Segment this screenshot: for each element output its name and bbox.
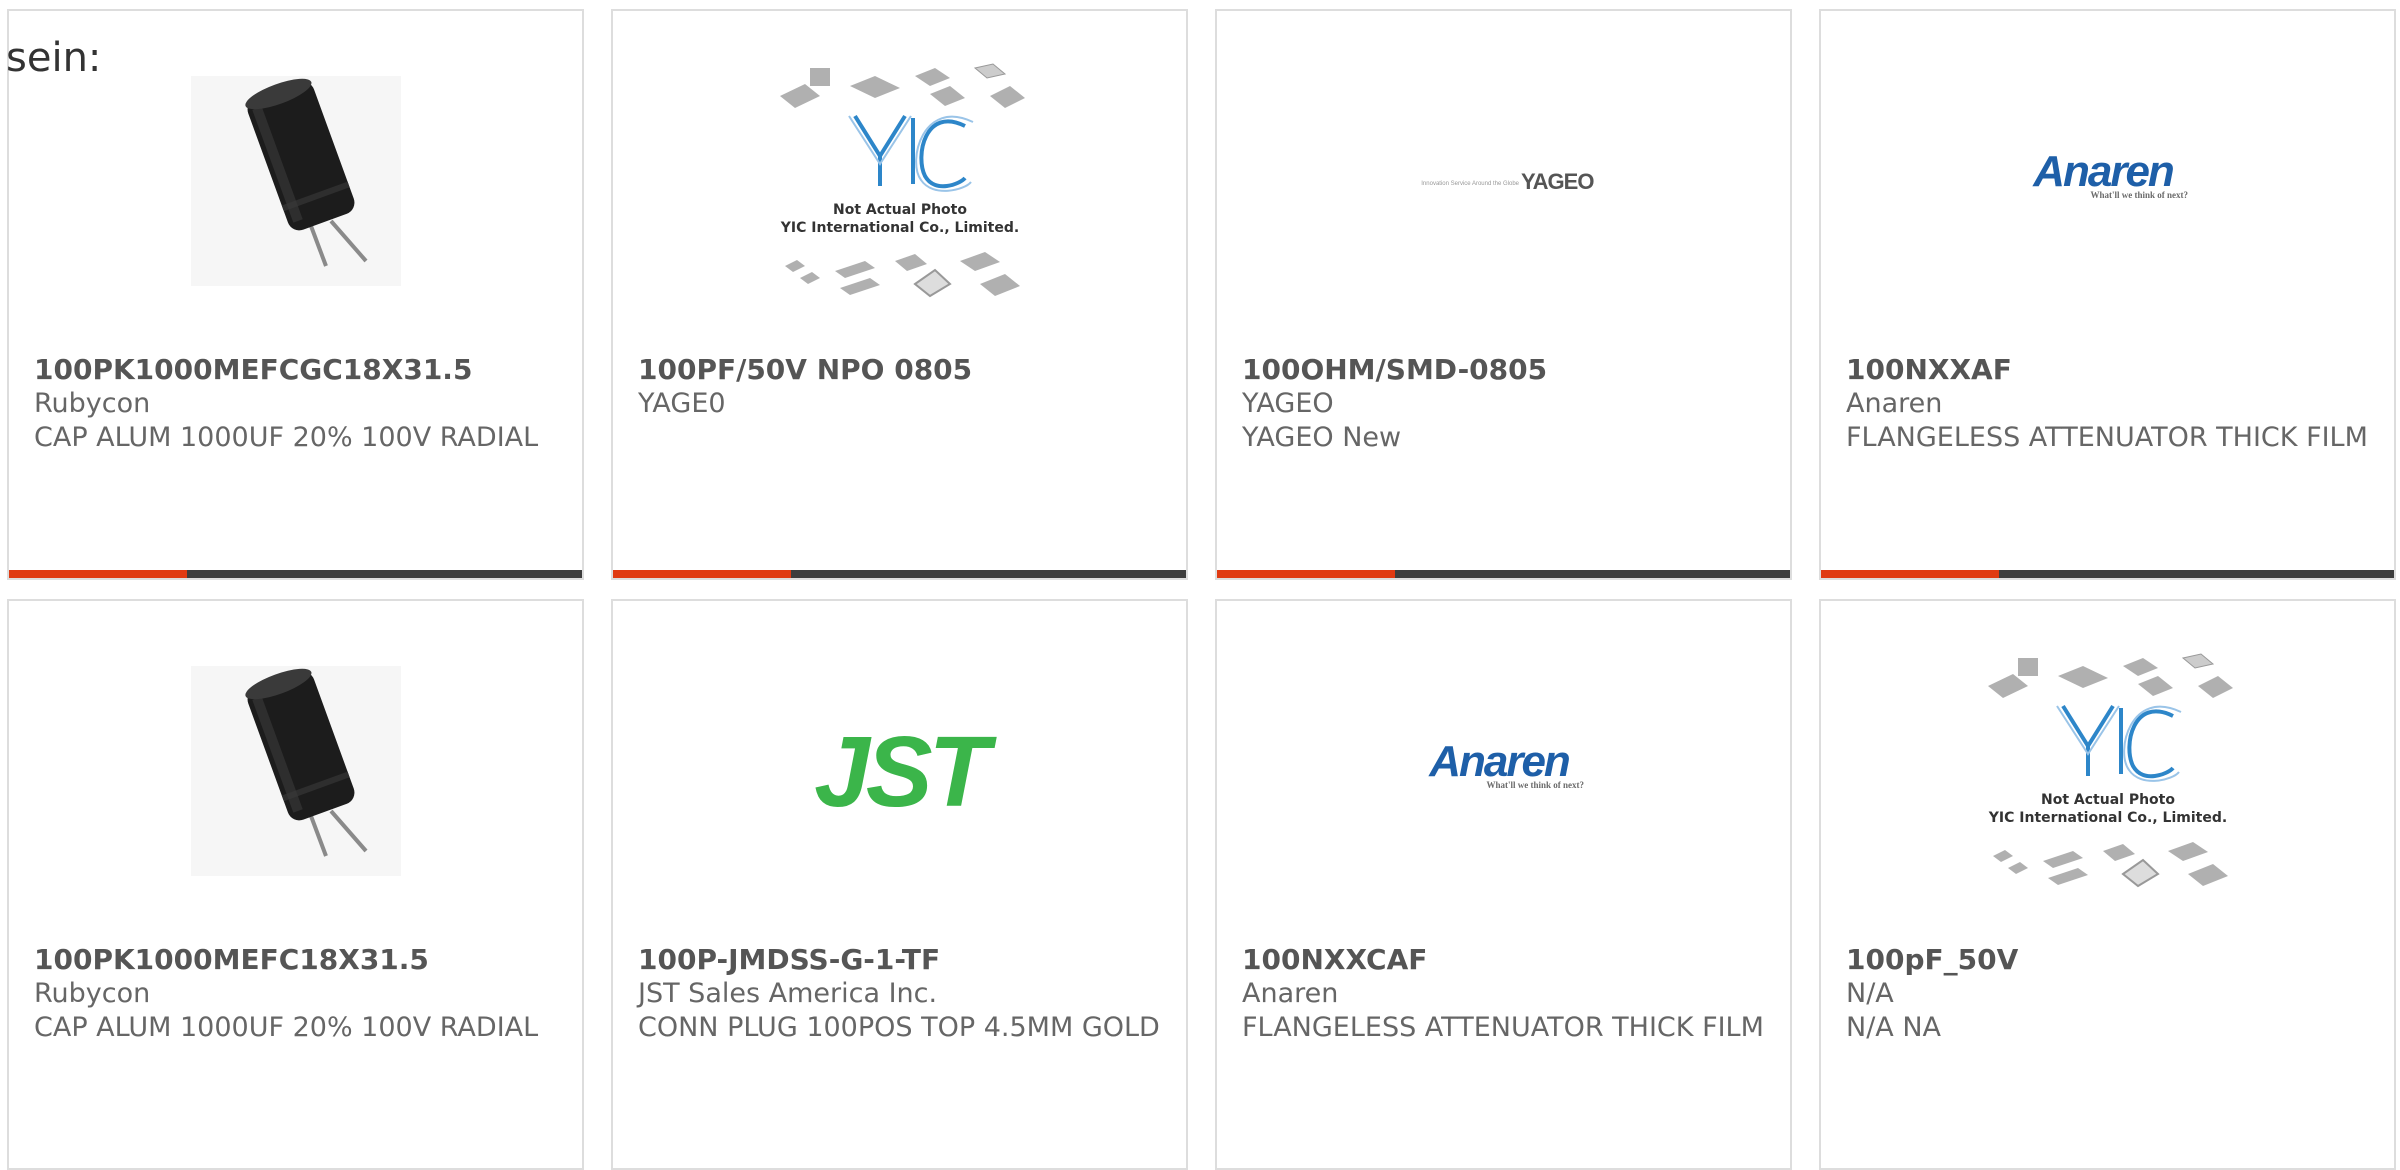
product-image[interactable]: Anaren What'll we think of next? <box>1217 601 1790 941</box>
manufacturer: Anaren <box>1242 978 1339 1009</box>
electrolytic-capacitor-icon <box>190 76 401 286</box>
part-number[interactable]: 100pF_50V <box>1846 943 2374 977</box>
svg-text:What'll we think of next?: What'll we think of next? <box>2090 190 2188 200</box>
card-bar-accent <box>1217 570 1395 578</box>
card-bar-accent <box>9 570 187 578</box>
svg-text:Anaren: Anaren <box>1428 737 1570 786</box>
electrolytic-capacitor-icon <box>190 666 401 876</box>
product-info: 100NXXAF Anaren FLANGELESS ATTENUATOR TH… <box>1846 353 2374 455</box>
anaren-logo: Anaren What'll we think of next? <box>1428 737 1584 790</box>
svg-text:YIC International Co., Limited: YIC International Co., Limited. <box>1987 810 2226 826</box>
anaren-logo: Anaren What'll we think of next? <box>2032 147 2188 200</box>
part-number[interactable]: 100PF/50V NPO 0805 <box>638 353 1166 387</box>
product-card[interactable]: Innovation Service Around the Globe YAGE… <box>1215 9 1792 580</box>
product-image[interactable] <box>9 601 582 941</box>
card-bar <box>613 570 1186 578</box>
manufacturer: YAGEO <box>1242 388 1334 419</box>
product-info: 100NXXCAF Anaren FLANGELESS ATTENUATOR T… <box>1242 943 1770 1045</box>
svg-text:What'll we think of next?: What'll we think of next? <box>1486 780 1584 790</box>
product-card[interactable]: JST 100P-JMDSS-G-1-TF JST Sales America … <box>611 599 1188 1170</box>
page-label: sein: <box>6 35 102 81</box>
product-info: 100PK1000MEFC18X31.5 Rubycon CAP ALUM 10… <box>34 943 562 1045</box>
product-info: 100pF_50V N/A N/A NA <box>1846 943 2374 1045</box>
product-image[interactable]: Innovation Service Around the Globe YAGE… <box>1217 11 1790 351</box>
product-grid: 100PK1000MEFCGC18X31.5 Rubycon CAP ALUM … <box>7 9 2400 1170</box>
svg-text:JST: JST <box>814 721 997 821</box>
svg-text:Not Actual Photo: Not Actual Photo <box>2041 792 2175 808</box>
product-info: 100PK1000MEFCGC18X31.5 Rubycon CAP ALUM … <box>34 353 562 455</box>
product-info: 100OHM/SMD-0805 YAGEO YAGEO New <box>1242 353 1770 455</box>
card-bar-accent <box>613 570 791 578</box>
manufacturer: Rubycon <box>34 978 151 1009</box>
card-bar <box>1217 570 1790 578</box>
product-info: 100P-JMDSS-G-1-TF JST Sales America Inc.… <box>638 943 1166 1045</box>
product-image[interactable]: Not Actual Photo YIC International Co., … <box>1821 601 2394 941</box>
jst-logo: JST <box>814 721 1001 821</box>
part-number[interactable]: 100OHM/SMD-0805 <box>1242 353 1770 387</box>
svg-text:Not Actual Photo: Not Actual Photo <box>833 202 967 218</box>
yageo-logo: Innovation Service Around the Globe YAGE… <box>1421 169 1595 194</box>
yic-placeholder-logo: Not Actual Photo YIC International Co., … <box>1987 653 2233 888</box>
svg-text:YAGEO: YAGEO <box>1521 169 1594 194</box>
part-number[interactable]: 100P-JMDSS-G-1-TF <box>638 943 1166 977</box>
description: FLANGELESS ATTENUATOR THICK FILM <box>1242 1012 1764 1043</box>
yic-placeholder-logo: Not Actual Photo YIC International Co., … <box>779 63 1025 298</box>
product-image[interactable]: Not Actual Photo YIC International Co., … <box>613 11 1186 351</box>
product-info: 100PF/50V NPO 0805 YAGE0 <box>638 353 1166 421</box>
description: YAGEO New <box>1242 422 1402 453</box>
manufacturer: Anaren <box>1846 388 1943 419</box>
manufacturer: N/A <box>1846 978 1894 1009</box>
manufacturer: YAGE0 <box>638 388 726 419</box>
part-number[interactable]: 100PK1000MEFC18X31.5 <box>34 943 562 977</box>
svg-text:Innovation Service Around the: Innovation Service Around the Globe <box>1421 181 1519 187</box>
product-card[interactable]: Anaren What'll we think of next? 100NXXA… <box>1819 9 2396 580</box>
svg-text:YIC International Co., Limited: YIC International Co., Limited. <box>779 220 1018 236</box>
product-image[interactable]: Anaren What'll we think of next? <box>1821 11 2394 351</box>
part-number[interactable]: 100PK1000MEFCGC18X31.5 <box>34 353 562 387</box>
manufacturer: Rubycon <box>34 388 151 419</box>
card-bar <box>9 570 582 578</box>
manufacturer: JST Sales America Inc. <box>638 978 938 1009</box>
description: N/A NA <box>1846 1012 1942 1043</box>
product-card[interactable]: 100PK1000MEFC18X31.5 Rubycon CAP ALUM 10… <box>7 599 584 1170</box>
part-number[interactable]: 100NXXAF <box>1846 353 2374 387</box>
product-card[interactable]: 100PK1000MEFCGC18X31.5 Rubycon CAP ALUM … <box>7 9 584 580</box>
description: CAP ALUM 1000UF 20% 100V RADIAL <box>34 1012 539 1043</box>
card-bar <box>1821 570 2394 578</box>
description: FLANGELESS ATTENUATOR THICK FILM <box>1846 422 2368 453</box>
svg-text:Anaren: Anaren <box>2032 147 2174 196</box>
description: CONN PLUG 100POS TOP 4.5MM GOLD <box>638 1012 1160 1043</box>
product-card[interactable]: Not Actual Photo YIC International Co., … <box>1819 599 2396 1170</box>
card-bar-accent <box>1821 570 1999 578</box>
product-image[interactable]: JST <box>613 601 1186 941</box>
product-card[interactable]: Not Actual Photo YIC International Co., … <box>611 9 1188 580</box>
part-number[interactable]: 100NXXCAF <box>1242 943 1770 977</box>
product-card[interactable]: Anaren What'll we think of next? 100NXXC… <box>1215 599 1792 1170</box>
description: CAP ALUM 1000UF 20% 100V RADIAL <box>34 422 539 453</box>
